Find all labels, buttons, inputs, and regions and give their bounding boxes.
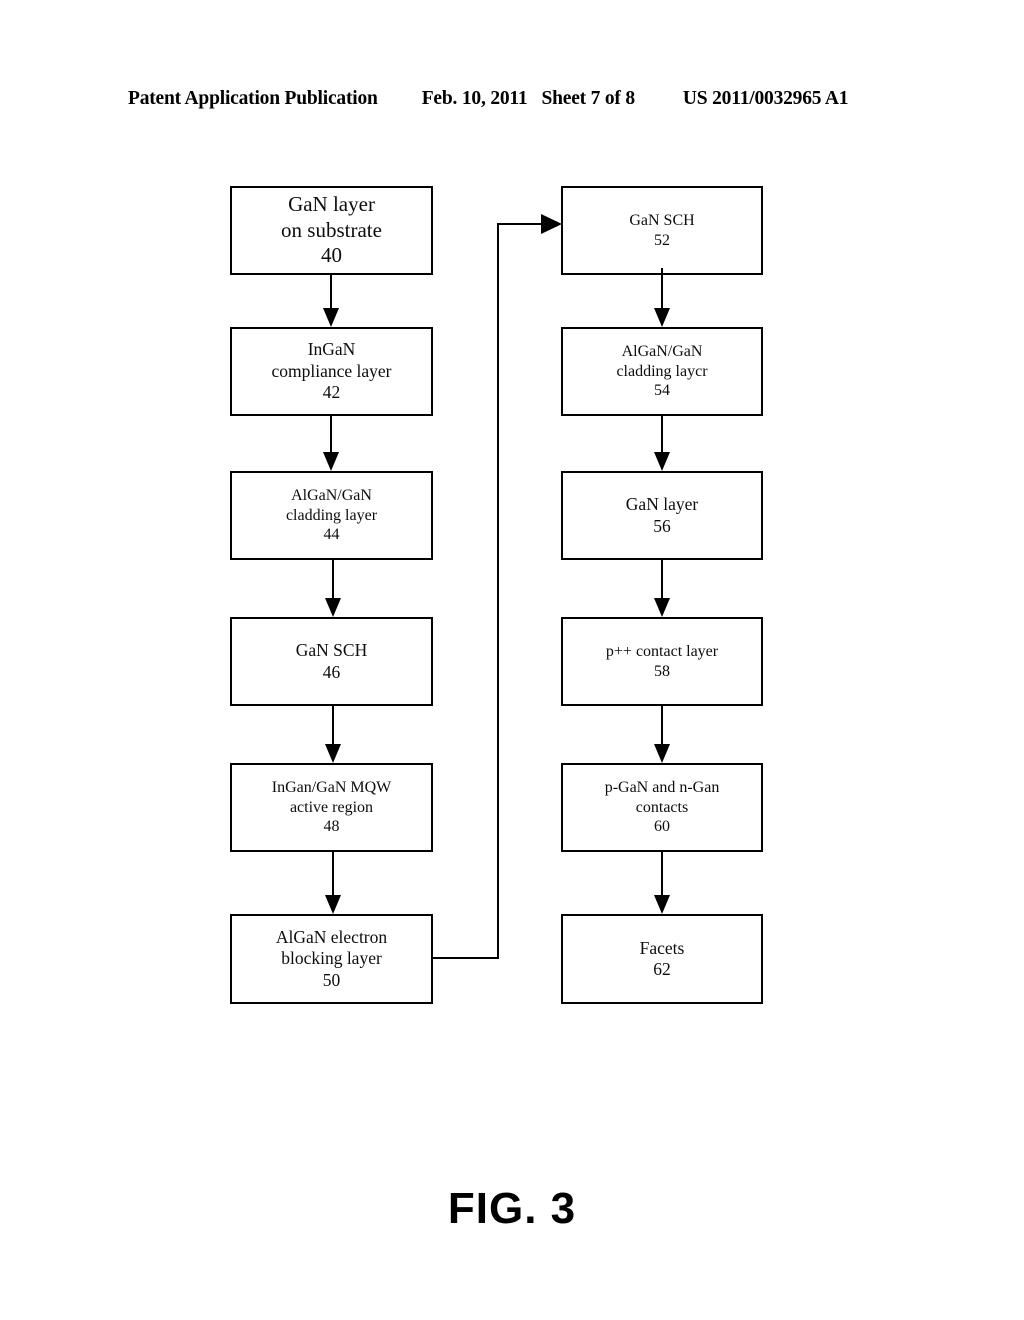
box-60-line1: p-GaN and n-Gan bbox=[604, 779, 720, 797]
box-40-ref: 40 bbox=[321, 243, 342, 268]
arrow-48-to-50 bbox=[325, 852, 341, 914]
arrow-head bbox=[654, 598, 670, 617]
arrow-head bbox=[654, 744, 670, 763]
box-50-line2: blocking layer bbox=[281, 948, 382, 969]
box-48-line2: active region bbox=[289, 798, 374, 816]
publication-date: Feb. 10, 2011 bbox=[421, 88, 528, 109]
arrow-54-to-56 bbox=[654, 416, 670, 471]
box-44-ref: 44 bbox=[323, 526, 340, 544]
box-48-line1: InGan/GaN MQW bbox=[271, 779, 392, 797]
arrow-shaft bbox=[330, 416, 332, 452]
flowchart-box-44: AlGaN/GaN cladding layer 44 bbox=[230, 471, 433, 560]
flowchart-box-54: AlGaN/GaN cladding laycr 54 bbox=[561, 327, 763, 416]
box-50-line1: AlGaN electron bbox=[275, 926, 388, 947]
flowchart-box-56: GaN layer 56 bbox=[561, 471, 763, 560]
box-42-line2: compliance layer bbox=[271, 360, 392, 381]
figure-caption: FIG. 3 bbox=[447, 1184, 577, 1233]
arrow-44-to-46 bbox=[325, 560, 341, 617]
arrow-shaft bbox=[661, 852, 663, 895]
box-44-line1: AlGaN/GaN bbox=[291, 487, 372, 505]
publication-number: US 2011/0032965 A1 bbox=[682, 88, 849, 109]
box-52-ref: 52 bbox=[654, 231, 670, 249]
box-54-line2: cladding laycr bbox=[616, 362, 708, 380]
arrow-shaft bbox=[661, 268, 663, 308]
flowchart-box-52: GaN SCH 52 bbox=[561, 186, 763, 275]
flowchart-box-62: Facets 62 bbox=[561, 914, 763, 1004]
box-54-ref: 54 bbox=[654, 382, 670, 400]
box-54-line1: AlGaN/GaN bbox=[621, 343, 703, 361]
arrow-head bbox=[654, 308, 670, 327]
flowchart-box-58: p++ contact layer 58 bbox=[561, 617, 763, 706]
box-46-ref: 46 bbox=[322, 661, 341, 682]
arrow-56-to-58 bbox=[654, 560, 670, 617]
box-50-ref: 50 bbox=[322, 969, 341, 990]
box-52-line1: GaN SCH bbox=[629, 211, 695, 229]
box-56-ref: 56 bbox=[653, 515, 671, 536]
arrow-shaft bbox=[332, 852, 334, 895]
arrow-head bbox=[654, 895, 670, 914]
box-40-line2: on substrate bbox=[281, 217, 382, 242]
connector-50-to-52-segment-vertical bbox=[497, 223, 499, 959]
box-58-ref: 58 bbox=[654, 662, 670, 680]
flowchart-box-46: GaN SCH 46 bbox=[230, 617, 433, 706]
sheet-header: Patent Application Publication Feb. 10, … bbox=[128, 88, 896, 114]
arrow-head bbox=[325, 744, 341, 763]
flowchart-box-42: InGaN compliance layer 42 bbox=[230, 327, 433, 416]
box-60-ref: 60 bbox=[654, 818, 670, 836]
box-60-line2: contacts bbox=[635, 798, 689, 816]
arrow-head bbox=[323, 452, 339, 471]
arrow-46-to-48 bbox=[325, 705, 341, 763]
arrow-shaft bbox=[332, 560, 334, 598]
box-62-line1: Facets bbox=[639, 937, 685, 958]
flowchart-box-50: AlGaN electron blocking layer 50 bbox=[230, 914, 433, 1004]
connector-50-to-52-segment-horizontal-in bbox=[497, 223, 543, 225]
connector-50-to-52-segment-horizontal-out bbox=[433, 957, 499, 959]
flowchart-box-40: GaN layer on substrate 40 bbox=[230, 186, 433, 275]
arrow-head bbox=[654, 452, 670, 471]
box-46-line1: GaN SCH bbox=[295, 640, 368, 661]
flowchart-box-48: InGan/GaN MQW active region 48 bbox=[230, 763, 433, 852]
sheet-number: Sheet 7 of 8 bbox=[541, 88, 635, 109]
arrow-head bbox=[323, 308, 339, 327]
arrow-shaft bbox=[661, 560, 663, 598]
arrow-head bbox=[325, 598, 341, 617]
connector-50-to-52-arrow-head bbox=[541, 214, 562, 234]
flowchart-box-60: p-GaN and n-Gan contacts 60 bbox=[561, 763, 763, 852]
arrow-42-to-44 bbox=[323, 416, 339, 471]
box-40-line1: GaN layer bbox=[288, 192, 375, 217]
arrow-head bbox=[325, 895, 341, 914]
arrow-shaft bbox=[661, 416, 663, 452]
box-42-ref: 42 bbox=[322, 382, 341, 403]
arrow-60-to-62 bbox=[654, 852, 670, 914]
box-58-line1: p++ contact layer bbox=[605, 642, 719, 660]
patent-drawing-sheet: Patent Application Publication Feb. 10, … bbox=[0, 0, 1024, 1320]
publication-title: Patent Application Publication bbox=[128, 88, 378, 109]
box-42-line1: InGaN bbox=[307, 339, 356, 360]
arrow-40-to-42 bbox=[323, 275, 339, 327]
box-48-ref: 48 bbox=[323, 818, 340, 836]
box-56-line1: GaN layer bbox=[625, 494, 699, 515]
box-44-line2: cladding layer bbox=[285, 506, 378, 524]
arrow-shaft bbox=[330, 275, 332, 308]
arrow-shaft bbox=[332, 705, 334, 744]
arrow-52-to-54 bbox=[654, 268, 670, 327]
arrow-shaft bbox=[661, 705, 663, 744]
box-62-ref: 62 bbox=[653, 959, 671, 979]
arrow-58-to-60 bbox=[654, 705, 670, 763]
